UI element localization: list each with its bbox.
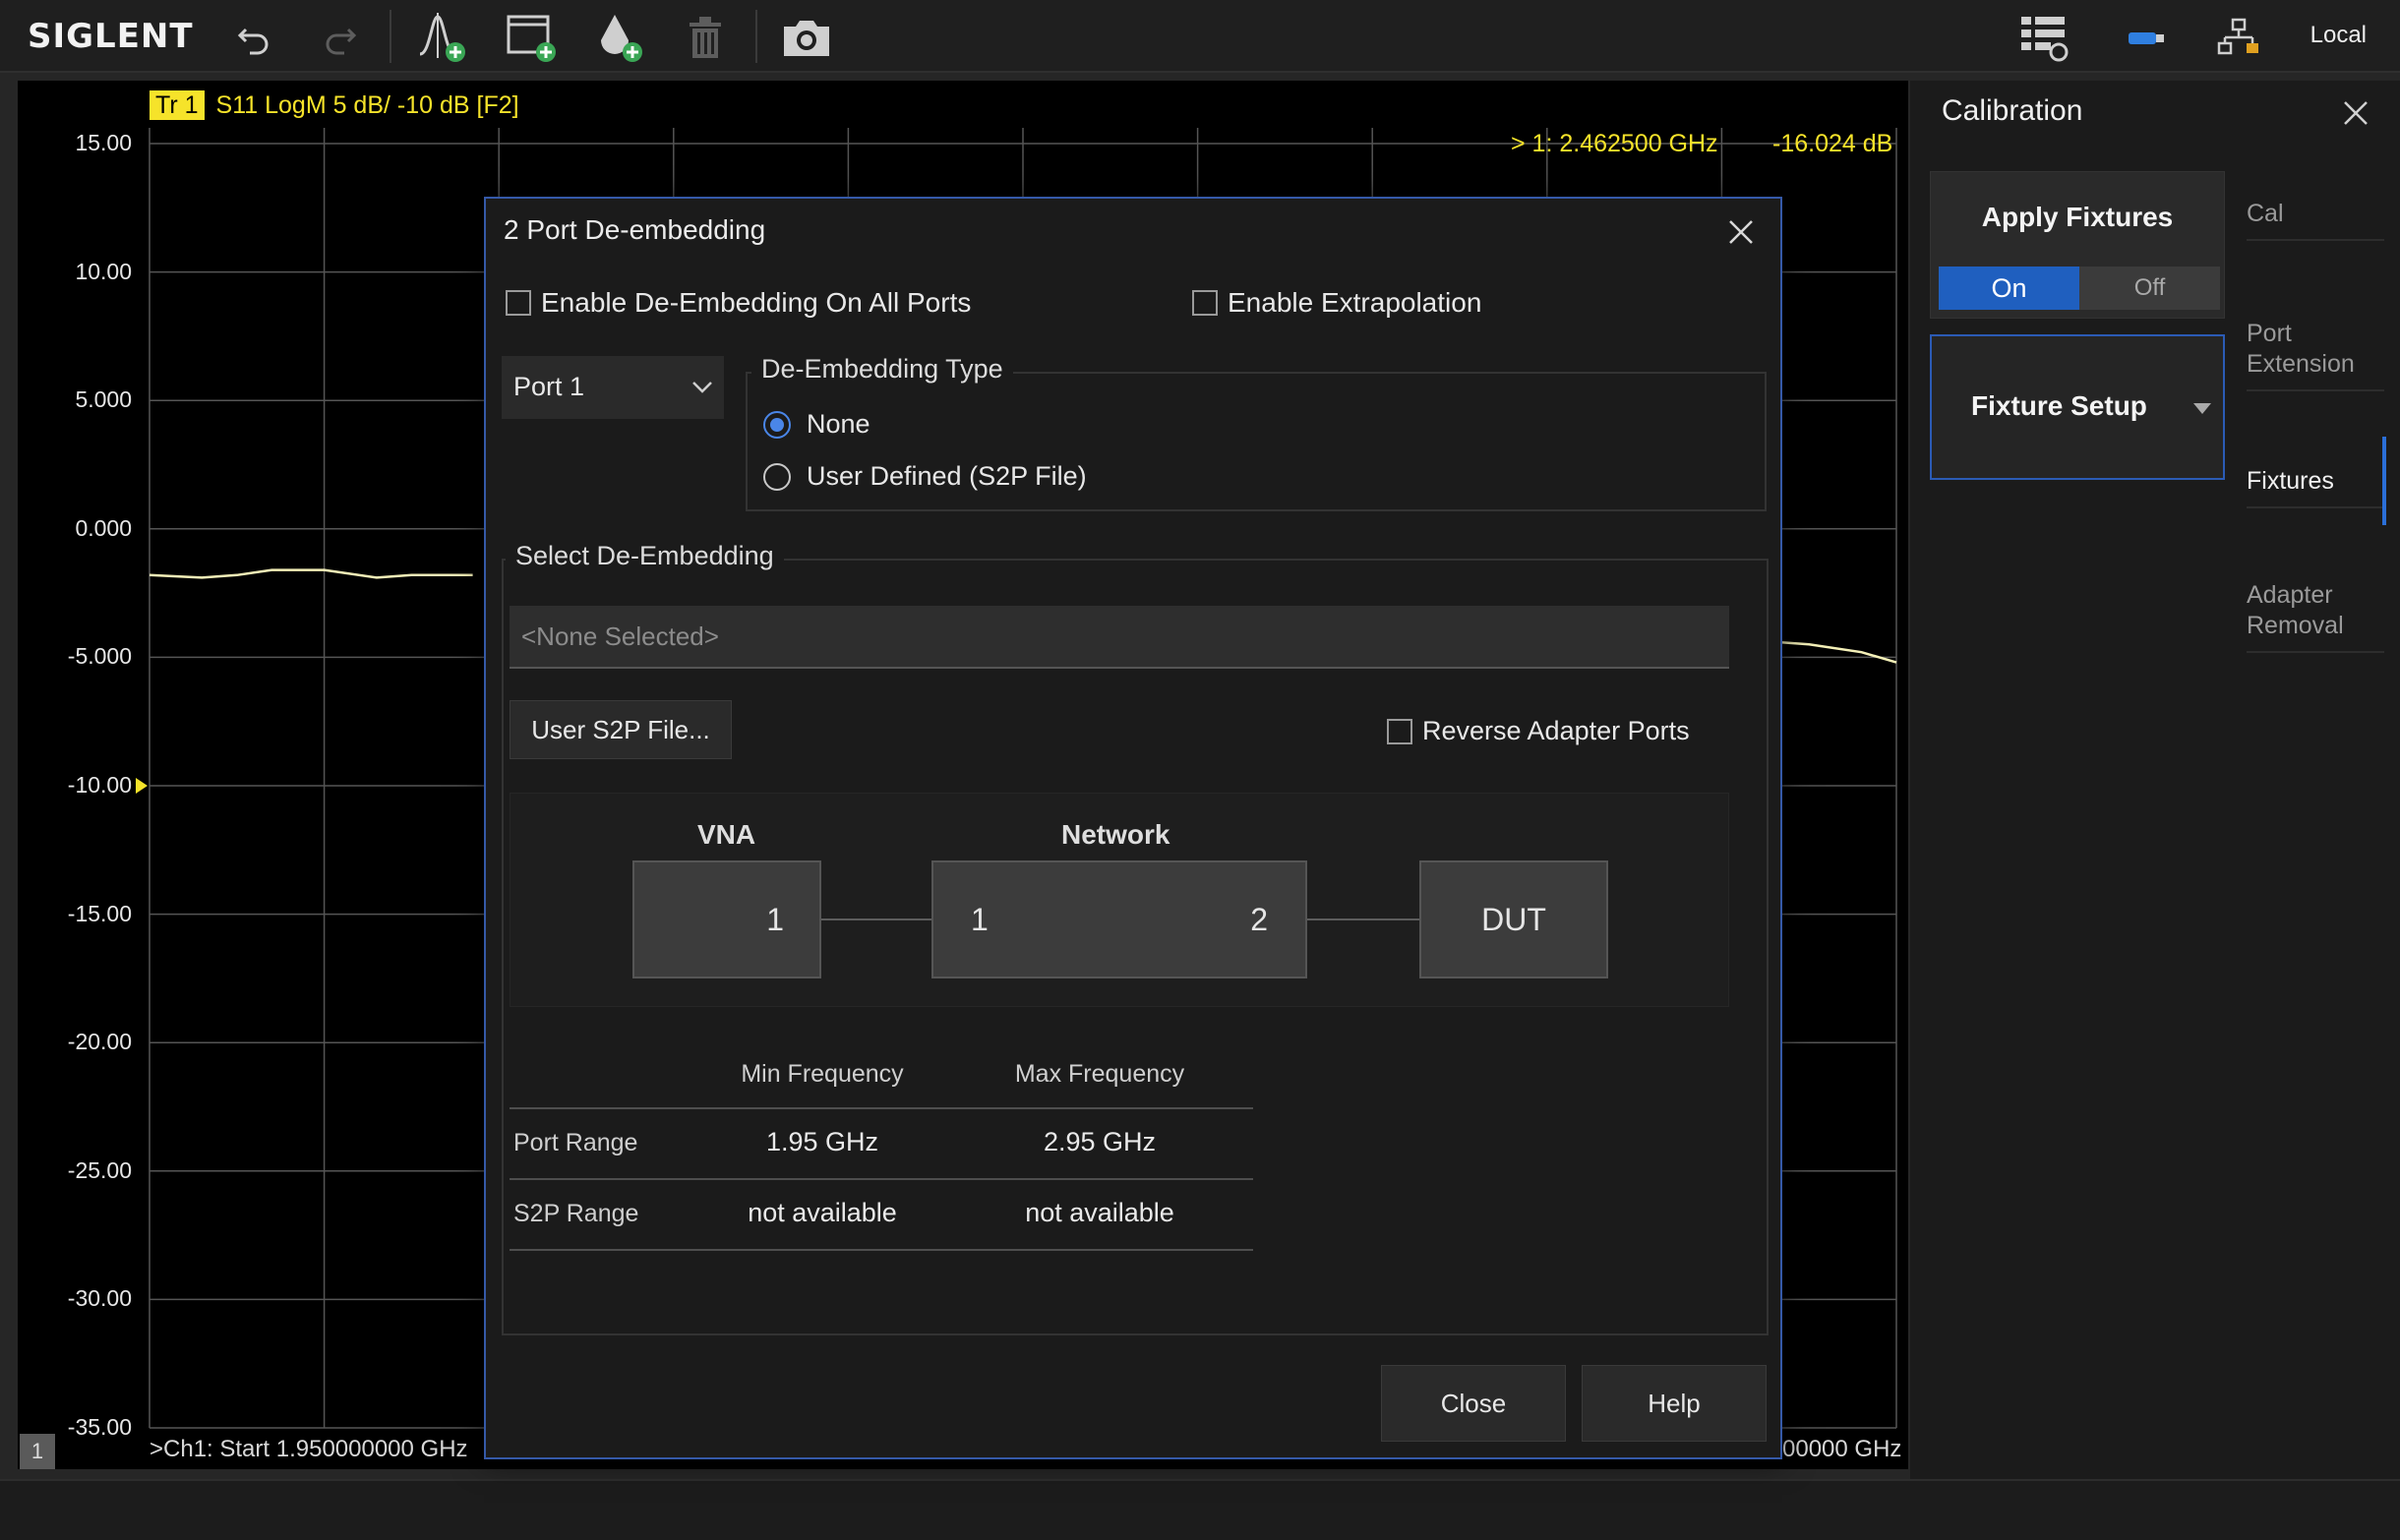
port-select-value: Port 1 [513, 372, 585, 401]
chevron-down-icon [692, 382, 712, 393]
y-tick-label: 10.00 [75, 258, 132, 284]
stop-frequency: 00000 GHz [1782, 1436, 1902, 1462]
dut-box: DUT [1419, 860, 1608, 978]
vna-app: SIGLENT Local Tr 1 S11 LogM 5 dB/ -10 dB… [0, 0, 2400, 1540]
y-tick-label: 15.00 [75, 130, 132, 155]
port-range-label: Port Range [513, 1129, 638, 1156]
y-tick-label: 0.000 [75, 514, 132, 541]
checkbox-box[interactable] [1192, 290, 1218, 316]
connection-diagram: VNA Network 1 1 2 DUT [510, 793, 1729, 1007]
enable-extrapolation-checkbox[interactable]: Enable Extrapolation [1192, 287, 1481, 319]
y-tick-label: -5.000 [67, 643, 132, 670]
max-frequency-header: Max Frequency [1014, 1060, 1185, 1088]
start-frequency: >Ch1: Start 1.950000000 GHz [150, 1436, 468, 1462]
y-tick-label: -15.00 [67, 900, 132, 926]
y-tick-label: -25.00 [67, 1156, 132, 1183]
trace-line [149, 568, 473, 579]
vna-label: VNA [697, 819, 756, 850]
reference-level-marker [136, 778, 148, 794]
radio-none-label: None [807, 409, 870, 439]
radio-button-checked[interactable] [763, 410, 791, 439]
active-tab-indicator [2382, 437, 2386, 525]
reverse-adapter-ports-checkbox[interactable]: Reverse Adapter Ports [1387, 716, 1690, 746]
fixture-setup-button[interactable]: Fixture Setup [1930, 334, 2225, 480]
user-s2p-file-button[interactable]: User S2P File... [510, 700, 732, 759]
trace-badge: Tr 1 [150, 90, 205, 120]
port-range-max: 2.95 GHz [1043, 1127, 1157, 1156]
table-divider [510, 1107, 1253, 1109]
fixture-setup-label: Fixture Setup [1971, 390, 2147, 421]
tab-adapter-removal[interactable]: Adapter Removal [2247, 580, 2384, 653]
network-box: 1 2 [931, 860, 1307, 978]
calibration-panel: Calibration Apply Fixtures On Off Fixtur… [1910, 81, 2400, 1479]
close-dialog-icon[interactable] [1725, 216, 1757, 248]
checkbox-box[interactable] [506, 290, 531, 316]
network-port1-number: 1 [971, 902, 989, 937]
enable-extrapolation-label: Enable Extrapolation [1228, 287, 1482, 318]
toggle-on[interactable]: On [1939, 267, 2079, 310]
port-select[interactable]: Port 1 [502, 356, 724, 419]
close-panel-icon[interactable] [2341, 98, 2370, 128]
network-status [2207, 10, 2270, 65]
tab-cal[interactable]: Cal [2247, 199, 2384, 241]
reverse-adapter-ports-label: Reverse Adapter Ports [1422, 716, 1690, 745]
trace-settings: S11 LogM 5 dB/ -10 dB [F2] [215, 90, 519, 119]
vna-port-number: 1 [766, 902, 784, 937]
vna-box: 1 [632, 860, 821, 978]
radio-button[interactable] [763, 462, 791, 491]
de-embedding-type-group: De-Embedding Type None User Defined (S2P… [746, 354, 1767, 511]
usb-icon [2129, 32, 2164, 44]
radio-user-defined[interactable]: User Defined (S2P File) [763, 461, 1087, 492]
network-icon [2217, 18, 2258, 55]
none-selected-text: <None Selected> [521, 622, 719, 651]
y-tick-label: -10.00 [67, 772, 132, 798]
y-tick-label: 5.000 [75, 386, 132, 413]
close-button[interactable]: Close [1381, 1365, 1566, 1442]
trace-label[interactable]: Tr 1 S11 LogM 5 dB/ -10 dB [F2] [150, 90, 519, 120]
local-status[interactable]: Local [2310, 22, 2367, 49]
table-divider [510, 1178, 1253, 1180]
select-de-embedding-legend: Select De-Embedding [506, 541, 784, 571]
dut-label: DUT [1481, 902, 1546, 937]
channel-badge[interactable]: 1 [20, 1434, 55, 1469]
apply-fixtures-label: Apply Fixtures [1981, 202, 2174, 232]
enable-all-ports-label: Enable De-Embedding On All Ports [541, 287, 972, 318]
checkbox-box[interactable] [1387, 718, 1412, 744]
min-frequency-header: Min Frequency [741, 1060, 904, 1088]
network-label: Network [1061, 819, 1170, 850]
toggle-off[interactable]: Off [2079, 267, 2220, 310]
marker-value: -16.024 dB [1772, 130, 1893, 157]
radio-user-label: User Defined (S2P File) [807, 461, 1087, 491]
de-embedding-type-legend: De-Embedding Type [751, 354, 1013, 385]
apply-fixtures-toggle[interactable]: On Off [1939, 267, 2220, 310]
port-range-min: 1.95 GHz [765, 1127, 879, 1156]
marker-frequency: > 1: 2.462500 GHz [1511, 130, 1718, 157]
dialog-title: 2 Port De-embedding [504, 214, 766, 245]
usb-status [2115, 10, 2178, 65]
tab-port-extension[interactable]: Port Extension [2247, 319, 2384, 391]
radio-none[interactable]: None [763, 409, 870, 440]
de-embedding-dialog: 2 Port De-embedding Enable De-Embedding … [484, 197, 1782, 1459]
apply-fixtures-group: Apply Fixtures On Off [1930, 171, 2225, 319]
table-divider [510, 1249, 1253, 1251]
tab-fixtures[interactable]: Fixtures [2247, 466, 2384, 508]
s2p-range-label: S2P Range [513, 1200, 639, 1227]
help-button[interactable]: Help [1582, 1365, 1767, 1442]
de-embedding-file-field[interactable]: <None Selected> [510, 606, 1729, 669]
layout-menu-button[interactable] [2012, 10, 2075, 65]
connection-line [821, 918, 931, 920]
network-port2-number: 2 [1250, 902, 1268, 937]
s2p-range-max: not available [1025, 1198, 1174, 1227]
dropdown-arrow-icon [2193, 403, 2211, 414]
menu-grid-icon [2021, 17, 2069, 62]
s2p-range-min: not available [748, 1198, 897, 1227]
y-tick-label: -30.00 [67, 1285, 132, 1312]
y-tick-label: -20.00 [67, 1029, 132, 1055]
status-bar [0, 1479, 2400, 1540]
connection-line [1307, 918, 1419, 920]
calibration-title: Calibration [1942, 94, 2083, 127]
enable-all-ports-checkbox[interactable]: Enable De-Embedding On All Ports [506, 287, 971, 319]
